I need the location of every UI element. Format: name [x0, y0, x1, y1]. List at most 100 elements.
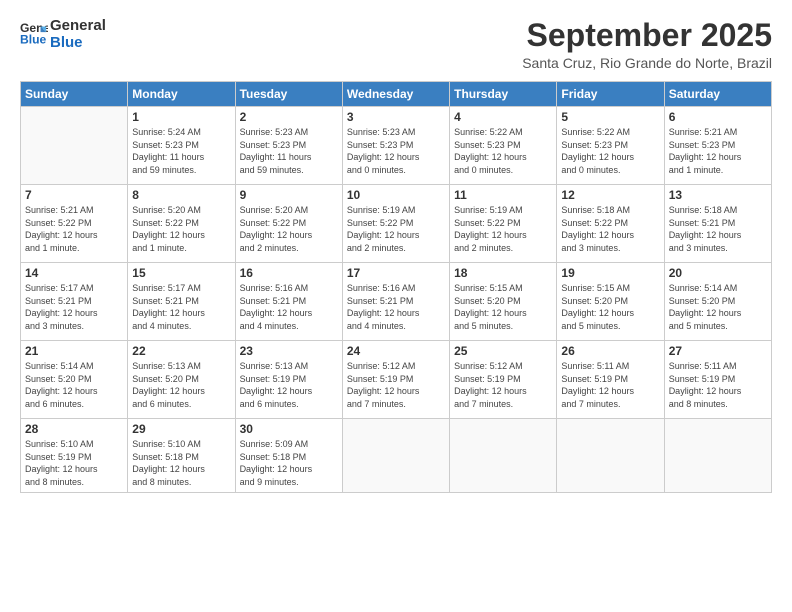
day-number: 23 — [240, 344, 338, 358]
table-row — [664, 419, 771, 492]
day-number: 25 — [454, 344, 552, 358]
day-number: 30 — [240, 422, 338, 436]
table-row: 9 Sunrise: 5:20 AM Sunset: 5:22 PM Daylig… — [235, 185, 342, 263]
day-info: Sunrise: 5:15 AM Sunset: 5:20 PM Dayligh… — [454, 282, 552, 332]
day-number: 12 — [561, 188, 659, 202]
day-number: 18 — [454, 266, 552, 280]
day-number: 15 — [132, 266, 230, 280]
day-info: Sunrise: 5:18 AM Sunset: 5:22 PM Dayligh… — [561, 204, 659, 254]
table-row — [342, 419, 449, 492]
day-info: Sunrise: 5:23 AM Sunset: 5:23 PM Dayligh… — [240, 126, 338, 176]
day-info: Sunrise: 5:22 AM Sunset: 5:23 PM Dayligh… — [454, 126, 552, 176]
day-info: Sunrise: 5:18 AM Sunset: 5:21 PM Dayligh… — [669, 204, 767, 254]
day-number: 14 — [25, 266, 123, 280]
day-number: 19 — [561, 266, 659, 280]
day-info: Sunrise: 5:11 AM Sunset: 5:19 PM Dayligh… — [669, 360, 767, 410]
table-row: 30 Sunrise: 5:09 AM Sunset: 5:18 PM Dayli… — [235, 419, 342, 492]
day-info: Sunrise: 5:11 AM Sunset: 5:19 PM Dayligh… — [561, 360, 659, 410]
day-info: Sunrise: 5:19 AM Sunset: 5:22 PM Dayligh… — [454, 204, 552, 254]
table-row: 28 Sunrise: 5:10 AM Sunset: 5:19 PM Dayli… — [21, 419, 128, 492]
month-title: September 2025 — [522, 18, 772, 53]
table-row: 5Sunrise: 5:22 AM Sunset: 5:23 PM Daylig… — [557, 107, 664, 185]
day-info: Sunrise: 5:23 AM Sunset: 5:23 PM Dayligh… — [347, 126, 445, 176]
page: General Blue General Blue September 2025… — [0, 0, 792, 612]
day-number: 6 — [669, 110, 767, 124]
table-row: 3Sunrise: 5:23 AM Sunset: 5:23 PM Daylig… — [342, 107, 449, 185]
day-info: Sunrise: 5:15 AM Sunset: 5:20 PM Dayligh… — [561, 282, 659, 332]
day-number: 22 — [132, 344, 230, 358]
table-row: 29 Sunrise: 5:10 AM Sunset: 5:18 PM Dayli… — [128, 419, 235, 492]
table-row — [557, 419, 664, 492]
table-row: 13 Sunrise: 5:18 AM Sunset: 5:21 PM Dayli… — [664, 185, 771, 263]
table-row: 20 Sunrise: 5:14 AM Sunset: 5:20 PM Dayli… — [664, 263, 771, 341]
day-number: 2 — [240, 110, 338, 124]
day-number: 16 — [240, 266, 338, 280]
day-info: Sunrise: 5:16 AM Sunset: 5:21 PM Dayligh… — [240, 282, 338, 332]
table-row: 19 Sunrise: 5:15 AM Sunset: 5:20 PM Dayli… — [557, 263, 664, 341]
day-number: 7 — [25, 188, 123, 202]
day-number: 26 — [561, 344, 659, 358]
table-row: 23 Sunrise: 5:13 AM Sunset: 5:19 PM Dayli… — [235, 341, 342, 419]
table-row: 1 Sunrise: 5:24 AM Sunset: 5:23 PM Daylig… — [128, 107, 235, 185]
day-info: Sunrise: 5:13 AM Sunset: 5:19 PM Dayligh… — [240, 360, 338, 410]
day-info: Sunrise: 5:17 AM Sunset: 5:21 PM Dayligh… — [132, 282, 230, 332]
table-row: 4 Sunrise: 5:22 AM Sunset: 5:23 PM Daylig… — [450, 107, 557, 185]
day-number: 28 — [25, 422, 123, 436]
day-info: Sunrise: 5:13 AM Sunset: 5:20 PM Dayligh… — [132, 360, 230, 410]
logo-line2: Blue — [50, 35, 106, 52]
day-info: Sunrise: 5:14 AM Sunset: 5:20 PM Dayligh… — [25, 360, 123, 410]
table-row: 2 Sunrise: 5:23 AM Sunset: 5:23 PM Daylig… — [235, 107, 342, 185]
col-monday: Monday — [128, 82, 235, 107]
day-info: Sunrise: 5:10 AM Sunset: 5:19 PM Dayligh… — [25, 438, 123, 488]
col-wednesday: Wednesday — [342, 82, 449, 107]
table-row: 24Sunrise: 5:12 AM Sunset: 5:19 PM Dayli… — [342, 341, 449, 419]
day-number: 13 — [669, 188, 767, 202]
table-row: 18 Sunrise: 5:15 AM Sunset: 5:20 PM Dayli… — [450, 263, 557, 341]
day-info: Sunrise: 5:20 AM Sunset: 5:22 PM Dayligh… — [240, 204, 338, 254]
day-number: 20 — [669, 266, 767, 280]
day-number: 9 — [240, 188, 338, 202]
day-info: Sunrise: 5:21 AM Sunset: 5:22 PM Dayligh… — [25, 204, 123, 254]
table-row: 22 Sunrise: 5:13 AM Sunset: 5:20 PM Dayli… — [128, 341, 235, 419]
col-thursday: Thursday — [450, 82, 557, 107]
day-number: 8 — [132, 188, 230, 202]
col-tuesday: Tuesday — [235, 82, 342, 107]
table-row: 6 Sunrise: 5:21 AM Sunset: 5:23 PM Daylig… — [664, 107, 771, 185]
day-number: 10 — [347, 188, 445, 202]
col-sunday: Sunday — [21, 82, 128, 107]
logo: General Blue General Blue — [20, 18, 106, 51]
table-row: 15 Sunrise: 5:17 AM Sunset: 5:21 PM Dayli… — [128, 263, 235, 341]
header: General Blue General Blue September 2025… — [20, 18, 772, 71]
day-info: Sunrise: 5:16 AM Sunset: 5:21 PM Dayligh… — [347, 282, 445, 332]
table-row — [450, 419, 557, 492]
table-row: 16 Sunrise: 5:16 AM Sunset: 5:21 PM Dayli… — [235, 263, 342, 341]
table-row: 11 Sunrise: 5:19 AM Sunset: 5:22 PM Dayli… — [450, 185, 557, 263]
day-info: Sunrise: 5:09 AM Sunset: 5:18 PM Dayligh… — [240, 438, 338, 488]
table-row: 12 Sunrise: 5:18 AM Sunset: 5:22 PM Dayli… — [557, 185, 664, 263]
day-info: Sunrise: 5:17 AM Sunset: 5:21 PM Dayligh… — [25, 282, 123, 332]
title-block: September 2025 Santa Cruz, Rio Grande do… — [522, 18, 772, 71]
table-row: 17Sunrise: 5:16 AM Sunset: 5:21 PM Dayli… — [342, 263, 449, 341]
day-number: 11 — [454, 188, 552, 202]
day-number: 21 — [25, 344, 123, 358]
logo-line1: General — [50, 18, 106, 35]
day-info: Sunrise: 5:21 AM Sunset: 5:23 PM Dayligh… — [669, 126, 767, 176]
day-number: 29 — [132, 422, 230, 436]
day-info: Sunrise: 5:12 AM Sunset: 5:19 PM Dayligh… — [454, 360, 552, 410]
table-row: 10 Sunrise: 5:19 AM Sunset: 5:22 PM Dayli… — [342, 185, 449, 263]
day-number: 1 — [132, 110, 230, 124]
logo-icon: General Blue — [20, 19, 48, 47]
col-saturday: Saturday — [664, 82, 771, 107]
day-info: Sunrise: 5:14 AM Sunset: 5:20 PM Dayligh… — [669, 282, 767, 332]
table-row: 27Sunrise: 5:11 AM Sunset: 5:19 PM Dayli… — [664, 341, 771, 419]
day-info: Sunrise: 5:12 AM Sunset: 5:19 PM Dayligh… — [347, 360, 445, 410]
day-number: 4 — [454, 110, 552, 124]
day-info: Sunrise: 5:19 AM Sunset: 5:22 PM Dayligh… — [347, 204, 445, 254]
day-info: Sunrise: 5:10 AM Sunset: 5:18 PM Dayligh… — [132, 438, 230, 488]
calendar-table: Sunday Monday Tuesday Wednesday Thursday… — [20, 81, 772, 492]
svg-text:Blue: Blue — [20, 32, 47, 46]
day-info: Sunrise: 5:24 AM Sunset: 5:23 PM Dayligh… — [132, 126, 230, 176]
table-row: 21 Sunrise: 5:14 AM Sunset: 5:20 PM Dayli… — [21, 341, 128, 419]
table-row: 8Sunrise: 5:20 AM Sunset: 5:22 PM Daylig… — [128, 185, 235, 263]
col-friday: Friday — [557, 82, 664, 107]
